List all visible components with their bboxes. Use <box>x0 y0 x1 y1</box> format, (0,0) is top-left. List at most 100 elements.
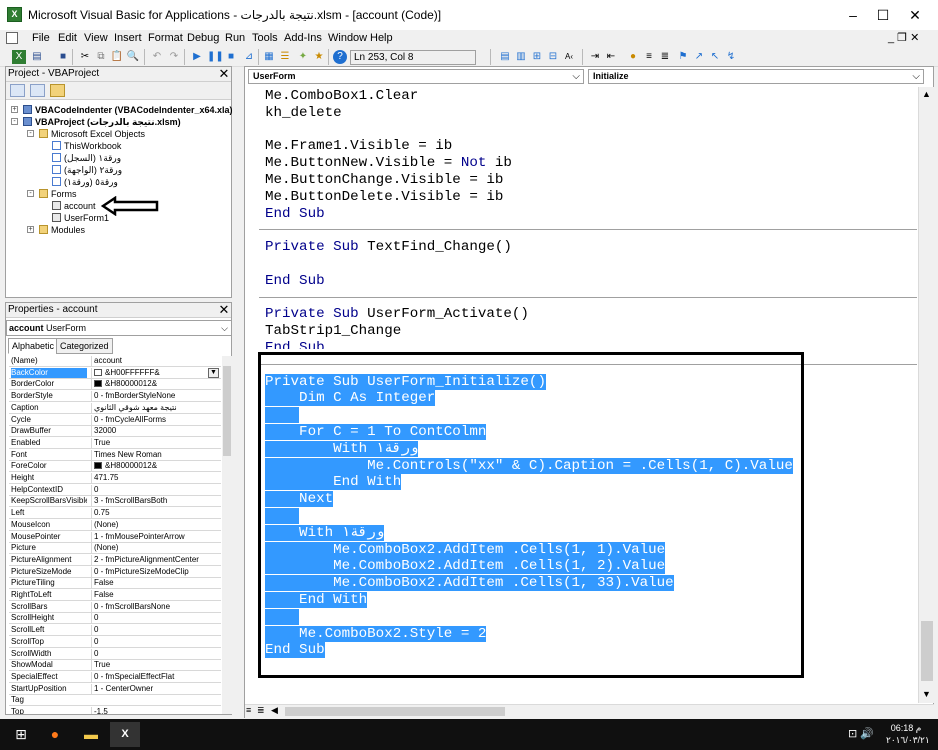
property-row[interactable]: BackColor &H00FFFFFF& ▼ <box>9 367 221 379</box>
scroll-left-icon[interactable]: ◀ <box>271 705 278 716</box>
collapse-icon[interactable]: - <box>27 190 34 197</box>
code-line[interactable]: End Sub <box>265 273 325 290</box>
project-explorer-icon[interactable]: ▦ <box>262 50 276 64</box>
reset-icon[interactable]: ■ <box>224 50 238 64</box>
property-row[interactable]: Tag <box>9 695 221 707</box>
windows-start-icon[interactable]: ⊞ <box>6 722 36 747</box>
properties-icon[interactable]: ☰ <box>278 50 292 64</box>
property-value[interactable]: &H80000012& <box>91 379 219 390</box>
object-browser-icon[interactable]: ✦ <box>296 50 310 64</box>
menu-help[interactable]: Help <box>370 32 393 44</box>
code-line[interactable]: Next <box>265 491 334 508</box>
property-row[interactable]: HelpContextID 0 <box>9 484 221 496</box>
properties-close-button[interactable]: ✕ <box>217 303 231 317</box>
tree-node-excel-objects[interactable]: - Microsoft Excel Objects <box>27 128 145 140</box>
object-selector[interactable]: account UserForm ⌵ <box>6 320 232 336</box>
code-line[interactable]: Me.ButtonChange.Visible = ib <box>265 172 503 189</box>
property-value[interactable]: 0 - fmSpecialEffectFlat <box>91 671 219 682</box>
property-value[interactable]: نتيجة معهد شوقي الثانوي <box>91 402 219 413</box>
property-row[interactable]: ForeColor &H80000012& <box>9 461 221 473</box>
collapse-icon[interactable]: - <box>11 118 18 125</box>
toggle-breakpoint-icon[interactable]: ● <box>626 50 640 64</box>
property-row[interactable]: BorderStyle 0 - fmBorderStyleNone <box>9 391 221 403</box>
cut-icon[interactable]: ✂ <box>78 50 92 64</box>
view-code-icon[interactable] <box>10 84 25 97</box>
code-line[interactable]: End Sub <box>265 206 325 223</box>
run-icon[interactable]: ▶ <box>190 50 204 64</box>
code-line[interactable]: Me.ComboBox1.Clear <box>265 88 418 105</box>
property-row[interactable]: Left 0.75 <box>9 508 221 520</box>
property-row[interactable]: PictureAlignment 2 - fmPictureAlignmentCe… <box>9 554 221 566</box>
tree-node-forms[interactable]: - Forms <box>27 188 77 200</box>
code-line[interactable]: End Sub <box>265 340 325 349</box>
property-value[interactable]: 0 <box>91 625 219 636</box>
code-line[interactable]: For C = 1 To ContColmn <box>265 424 487 441</box>
scroll-down-icon[interactable]: ▼ <box>922 689 931 699</box>
list-properties-icon[interactable]: ▤ <box>498 50 512 64</box>
code-line[interactable]: With ورقة١ <box>265 524 385 542</box>
property-row[interactable]: Top -1.5 <box>9 707 221 714</box>
property-value[interactable]: -1.5 <box>91 707 219 714</box>
list-constants-icon[interactable]: ▥ <box>514 50 528 64</box>
code-line[interactable]: Me.ComboBox2.Style = 2 <box>265 625 487 643</box>
project-explorer-close-button[interactable]: ✕ <box>217 67 231 81</box>
insert-userform-icon[interactable]: ▤ <box>30 50 44 64</box>
menu-debug[interactable]: Debug <box>187 32 219 44</box>
property-row[interactable]: Picture (None) <box>9 543 221 555</box>
toggle-bookmark-icon[interactable]: ⚑ <box>676 50 690 64</box>
code-horizontal-scrollbar[interactable]: ≡ ≣ ◀ <box>245 704 934 718</box>
scrollbar-thumb[interactable] <box>921 621 933 681</box>
mdi-window-controls[interactable]: _ ❐ ✕ <box>888 31 919 44</box>
scrollbar-thumb[interactable] <box>223 366 231 456</box>
property-value[interactable]: (None) <box>91 519 219 530</box>
property-row[interactable]: ScrollTop 0 <box>9 636 221 648</box>
property-row[interactable]: PictureSizeMode 0 - fmPictureSizeModeClip <box>9 566 221 578</box>
menu-run[interactable]: Run <box>225 32 245 44</box>
toggle-folders-icon[interactable] <box>50 84 65 97</box>
system-tray[interactable]: ⊡ 🔊 <box>848 727 874 740</box>
properties-scrollbar[interactable] <box>222 356 232 714</box>
parameter-info-icon[interactable]: ⊟ <box>546 50 560 64</box>
code-line[interactable]: With ورقة١ <box>265 440 419 458</box>
tree-node-account[interactable]: account <box>52 200 96 212</box>
toolbox-icon[interactable]: ★ <box>312 50 326 64</box>
view-excel-icon[interactable]: X <box>12 50 26 64</box>
code-line[interactable]: Me.ButtonDelete.Visible = ib <box>265 189 503 206</box>
view-object-icon[interactable] <box>30 84 45 97</box>
indent-icon[interactable]: ⇥ <box>588 50 602 64</box>
dropdown-button[interactable]: ▼ <box>208 367 219 378</box>
menu-insert[interactable]: Insert <box>114 32 142 44</box>
find-icon[interactable]: 🔍 <box>126 50 140 64</box>
scrollbar-thumb[interactable] <box>285 707 505 716</box>
code-line[interactable]: Me.Frame1.Visible = ib <box>265 138 452 155</box>
property-value[interactable]: Times New Roman <box>91 449 219 460</box>
save-icon[interactable]: ■ <box>56 50 70 64</box>
property-value[interactable]: 1 - CenterOwner <box>91 683 219 694</box>
tree-node-sheet5[interactable]: ورقة٥ (ورقة١) <box>52 176 118 188</box>
property-row[interactable]: (Name) account <box>9 356 221 367</box>
property-value[interactable]: &H80000012& <box>91 461 219 472</box>
procedure-view-icon[interactable]: ≡ <box>246 705 251 715</box>
property-value[interactable]: 0 - fmPictureSizeModeClip <box>91 566 219 577</box>
quick-info-icon[interactable]: ⊞ <box>530 50 544 64</box>
tree-node-vbaproject[interactable]: - VBAProject (نتيجة بالدرجات.xlsm) <box>11 116 181 128</box>
redo-icon[interactable]: ↷ <box>167 50 181 64</box>
close-button[interactable]: ✕ <box>898 0 932 30</box>
code-line[interactable] <box>265 508 300 525</box>
excel-taskbar-icon[interactable]: X <box>110 722 140 747</box>
tree-node-sheet1[interactable]: ورقة١ (السجل) <box>52 152 121 164</box>
expand-icon[interactable]: + <box>27 226 34 233</box>
help-icon[interactable]: ? <box>333 50 347 64</box>
design-mode-icon[interactable]: ⊿ <box>242 50 256 64</box>
property-row[interactable]: Height 471.75 <box>9 473 221 484</box>
code-line[interactable]: End With <box>265 474 402 491</box>
full-module-view-icon[interactable]: ≣ <box>257 705 265 716</box>
code-line[interactable]: Dim C As Integer <box>265 390 436 407</box>
menu-file[interactable]: File <box>32 32 50 44</box>
property-value[interactable]: (None) <box>91 543 219 554</box>
code-line[interactable]: End With <box>265 592 368 609</box>
code-line[interactable]: Me.ComboBox2.AddItem .Cells(1, 1).Value <box>265 541 666 559</box>
tree-node-vbacodeindenter[interactable]: + VBACodeIndenter (VBACodeIndenter_x64.x… <box>11 104 233 116</box>
collapse-icon[interactable]: - <box>27 130 34 137</box>
property-value[interactable]: account <box>91 356 219 366</box>
